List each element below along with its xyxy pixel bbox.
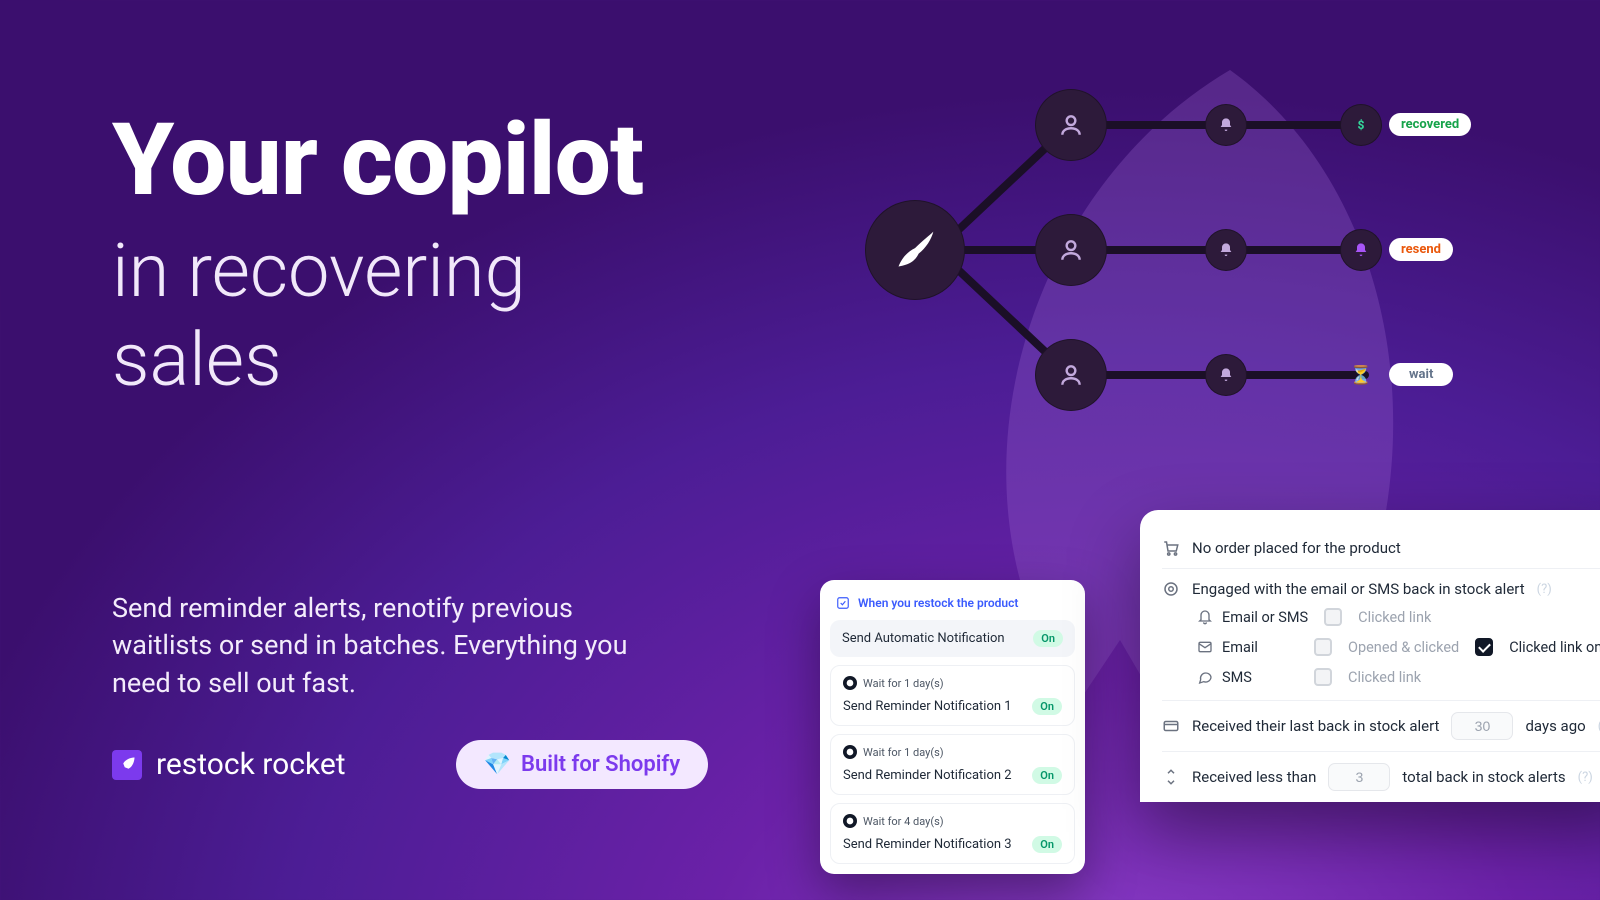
channel-sms-opt: Clicked link	[1348, 669, 1421, 686]
channel-email-opt: Opened & clicked	[1348, 639, 1459, 656]
target-icon	[1162, 580, 1180, 598]
bell-node-3	[1205, 354, 1247, 396]
brand: restock rocket	[112, 747, 346, 782]
last-alert-post: days ago	[1525, 717, 1585, 735]
notifications-flow-panel: When you restock the product Send Automa…	[820, 580, 1085, 874]
no-order-label: No order placed for the product	[1192, 539, 1401, 557]
clock-icon	[843, 814, 857, 828]
diamond-icon: 💎	[484, 752, 511, 777]
channel-email-label: Email	[1222, 639, 1258, 656]
built-for-shopify-badge: 💎 Built for Shopify	[456, 740, 709, 789]
last-alert-pre: Received their last back in stock alert	[1192, 717, 1439, 735]
reminder-2-label: Send Reminder Notification 2	[843, 768, 1012, 783]
wait-3: Wait for 4 day(s)	[863, 815, 944, 828]
reminder-2-status: On	[1032, 767, 1062, 784]
chat-icon	[1196, 668, 1214, 686]
start-node-rocket-icon	[865, 200, 965, 300]
flow-diagram: $ recovered resend ⏳ wait	[865, 85, 1545, 425]
channel-both-opt: Clicked link	[1358, 609, 1431, 626]
pill-wait: wait	[1389, 363, 1453, 386]
channel-email-checked-opt: Clicked link only	[1509, 639, 1600, 656]
hint-icon[interactable]: (?)	[1537, 582, 1552, 597]
reminder-3-label: Send Reminder Notification 3	[843, 837, 1012, 852]
checkbox-email-clickedonly[interactable]	[1475, 638, 1493, 656]
channel-sms-label: SMS	[1222, 669, 1252, 686]
user-node-2	[1035, 214, 1107, 286]
checkbox-both-clicked[interactable]	[1324, 608, 1342, 626]
wait-1: Wait for 1 day(s)	[863, 677, 944, 690]
user-node-1	[1035, 89, 1107, 161]
panel1-header-label: When you restock the product	[858, 596, 1018, 610]
mail-icon	[1196, 638, 1214, 656]
built-badge-label: Built for Shopify	[521, 752, 680, 777]
clock-icon	[843, 676, 857, 690]
hourglass-icon: ⏳	[1340, 354, 1382, 396]
brand-rocket-icon	[112, 750, 142, 780]
pill-resend: resend	[1389, 238, 1453, 261]
reminder-1-status: On	[1032, 698, 1062, 715]
bell-outline-icon	[1196, 608, 1214, 626]
auto-notification-status: On	[1033, 630, 1063, 647]
brand-name: restock rocket	[156, 747, 346, 782]
channel-both-label: Email or SMS	[1222, 609, 1308, 626]
subheadline: Send reminder alerts, renotify previous …	[112, 590, 672, 702]
engaged-label: Engaged with the email or SMS back in st…	[1192, 580, 1525, 598]
days-ago-input[interactable]	[1451, 712, 1513, 740]
pill-recovered: recovered	[1389, 113, 1471, 136]
checkbox-sms-clicked[interactable]	[1314, 668, 1332, 686]
panel1-header: When you restock the product	[830, 590, 1075, 620]
headline-bold: Your copilot	[112, 112, 712, 210]
clock-icon	[843, 745, 857, 759]
dollar-node: $	[1340, 104, 1382, 146]
less-than-pre: Received less than	[1192, 768, 1316, 786]
headline-light: in recovering sales	[112, 228, 712, 406]
count-input[interactable]	[1328, 763, 1390, 791]
bell-node-1	[1205, 104, 1247, 146]
card-icon	[1162, 717, 1180, 735]
hint-icon-3[interactable]: (?)	[1578, 770, 1593, 785]
cart-icon	[1162, 539, 1180, 557]
checkbox-email-opened[interactable]	[1314, 638, 1332, 656]
auto-notification-label: Send Automatic Notification	[842, 631, 1005, 646]
less-than-post: total back in stock alerts	[1402, 768, 1565, 786]
reminder-3-status: On	[1032, 836, 1062, 853]
audience-filter-panel: No order placed for the product Engaged …	[1140, 510, 1600, 802]
user-node-3	[1035, 339, 1107, 411]
bell-node-2b	[1340, 229, 1382, 271]
bell-node-2	[1205, 229, 1247, 271]
svg-text:$: $	[1358, 118, 1365, 132]
sort-icon	[1162, 768, 1180, 786]
reminder-1-label: Send Reminder Notification 1	[843, 699, 1012, 714]
wait-2: Wait for 1 day(s)	[863, 746, 944, 759]
